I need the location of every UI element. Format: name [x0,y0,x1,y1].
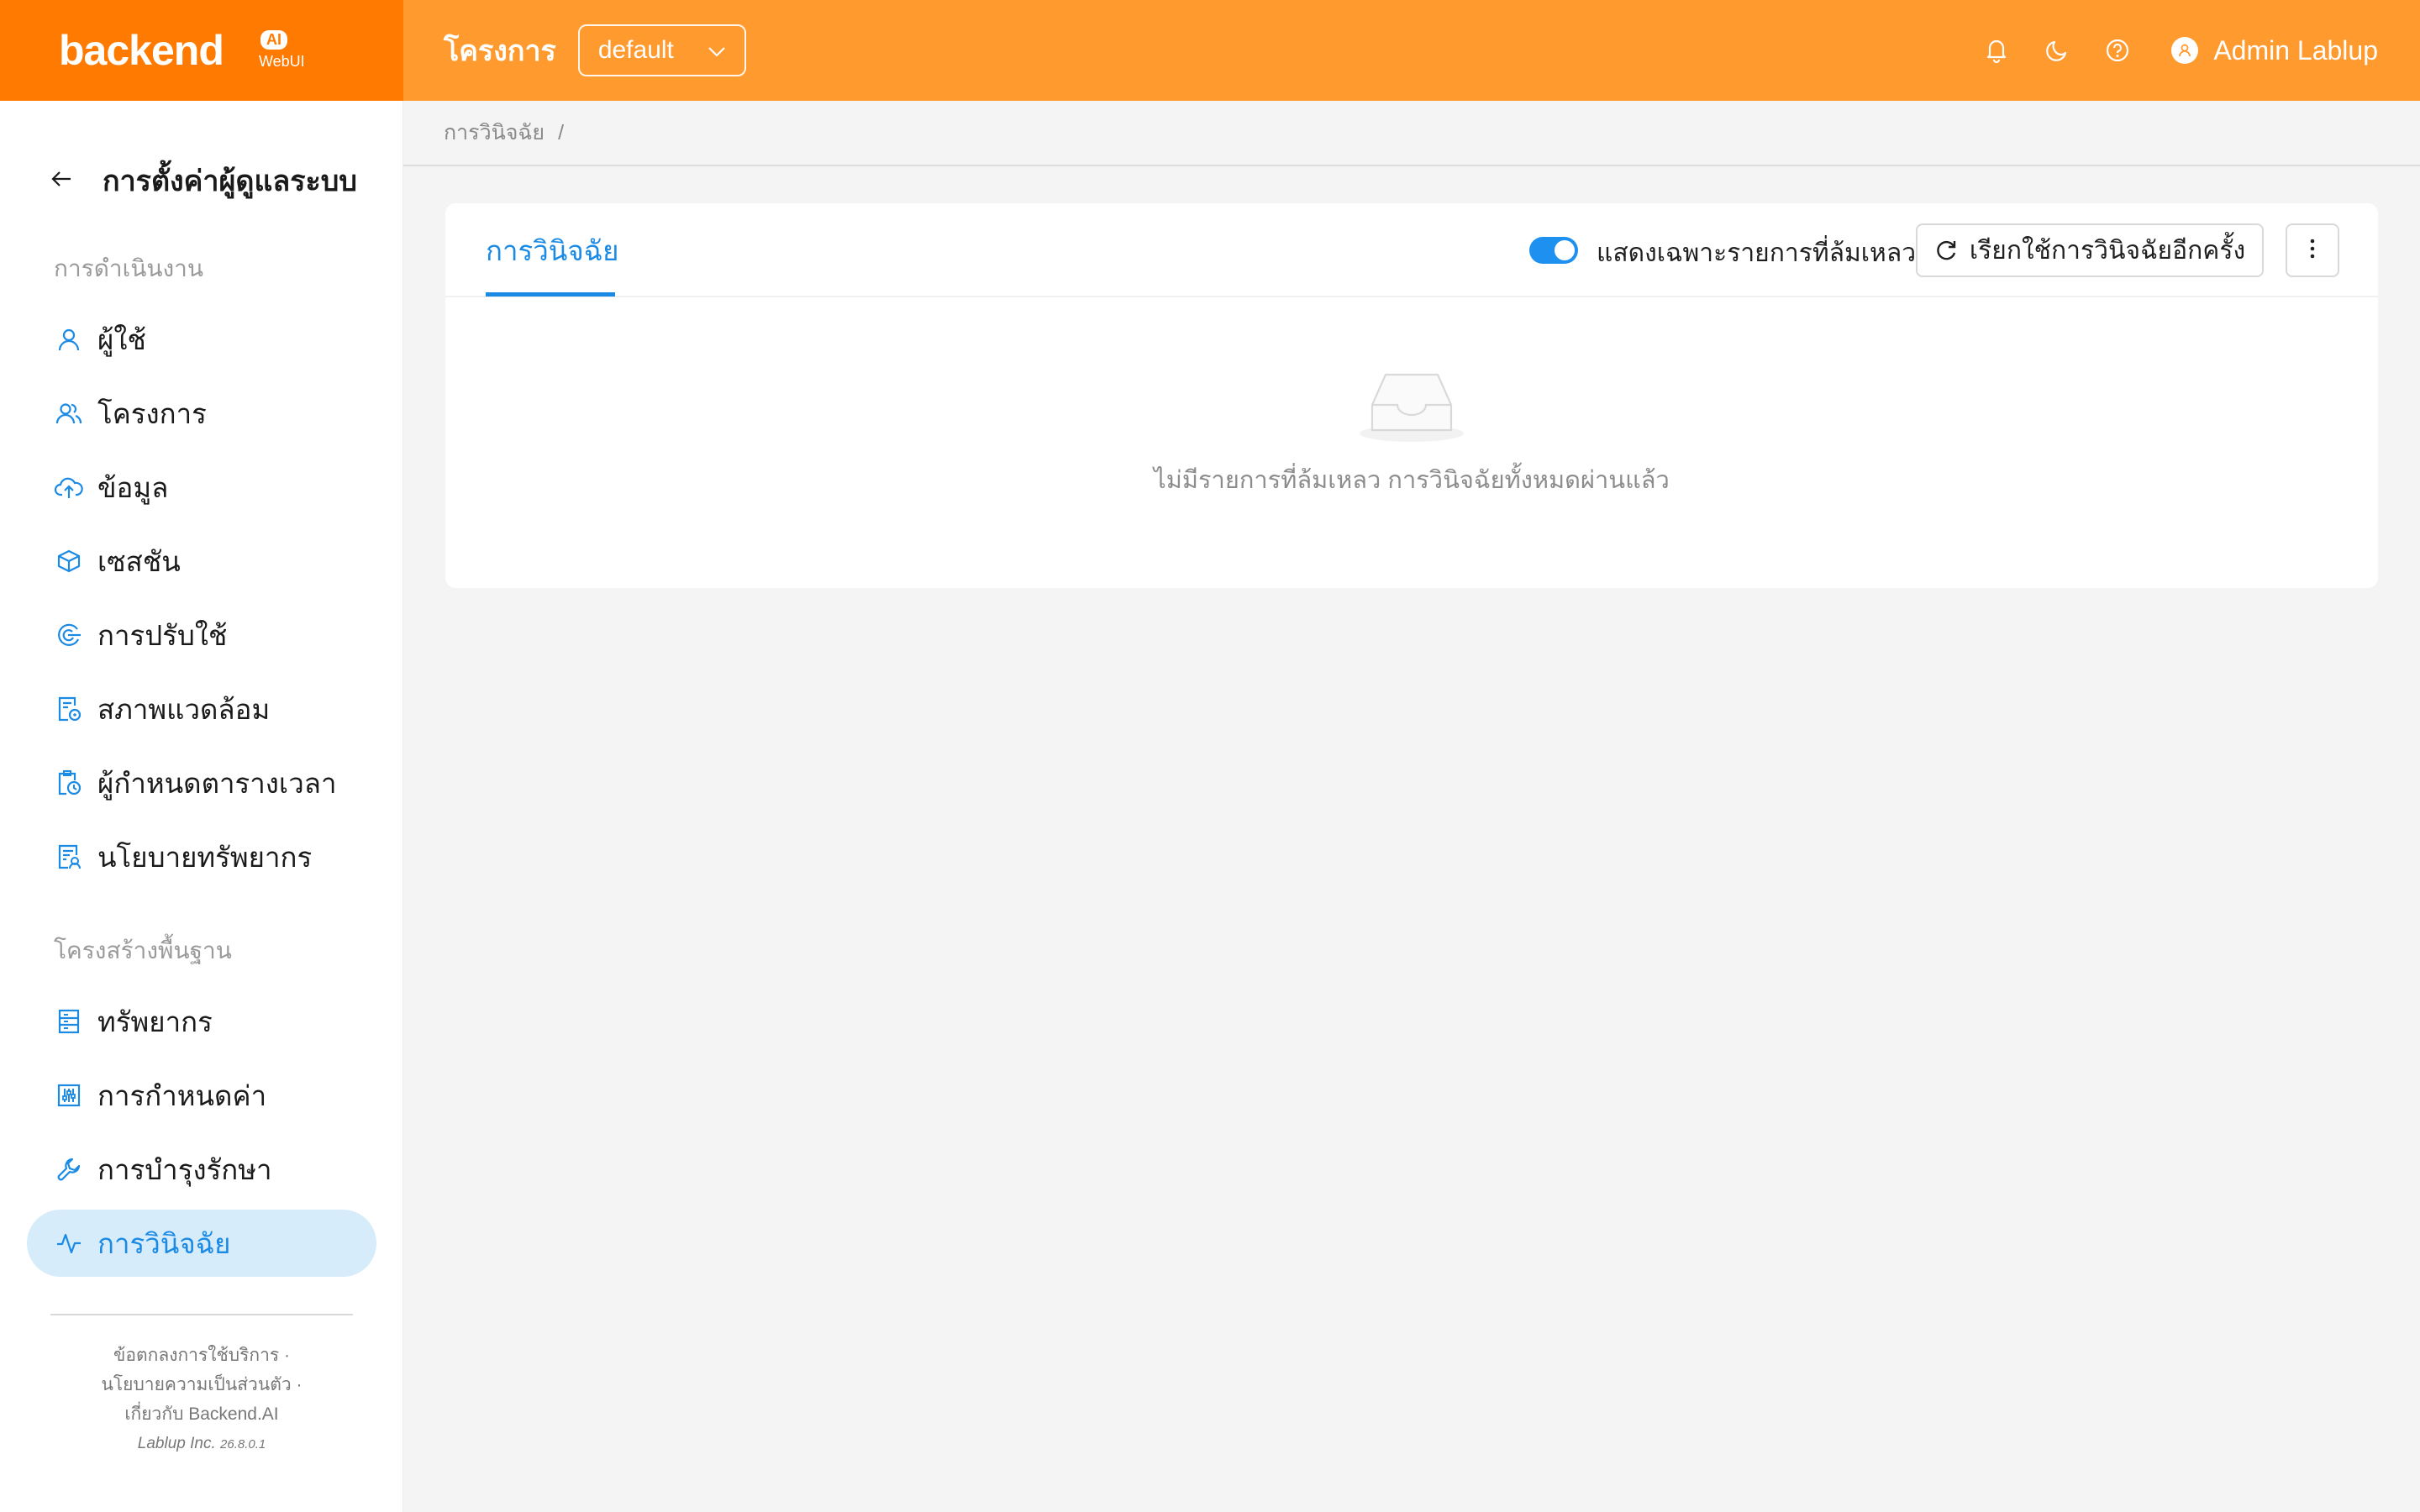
sidebar-item-scheduler[interactable]: ผู้กำหนดตารางเวลา [27,749,376,816]
sidebar-item-users[interactable]: ผู้ใช้ [27,306,376,373]
sidebar-item-deployments[interactable]: การปรับใช้ [27,601,376,669]
version-number: 26.8.0.1 [220,1437,266,1452]
file-policy-icon [54,842,84,872]
tab-diagnostics[interactable]: การวินิจฉัย [486,203,618,297]
sidebar-item-resource-policy[interactable]: นโยบายทรัพยากร [27,823,376,890]
sidebar-item-label: ทรัพยากร [97,1005,213,1037]
tab-active-indicator [486,292,615,297]
breadcrumb-separator: / [558,120,565,144]
sidebar-item-label: โครงการ [97,397,207,429]
logo-text: backend [59,27,224,74]
sidebar-item-label: นโยบายทรัพยากร [97,841,313,873]
sidebar-item-sessions[interactable]: เซสชัน [27,528,376,595]
sidebar-item-environments[interactable]: สภาพแวดล้อม [27,675,376,743]
breadcrumb-item[interactable]: การวินิจฉัย [444,116,544,150]
user-icon [54,324,84,354]
sidebar-item-label: ผู้ใช้ [97,323,146,355]
sidebar-item-maintenance[interactable]: การบำรุงรักษา [27,1136,376,1203]
sidebar-header: การตั้งค่าผู้ดูแลระบบ [50,158,357,203]
failed-only-toggle[interactable] [1529,237,1578,264]
wrench-icon [54,1154,84,1184]
sidebar-item-label: การกำหนดค่า [97,1079,267,1111]
sidebar-item-label: การปรับใช้ [97,619,228,651]
deploy-icon [54,620,84,650]
top-header: backend AI WebUI โครงการ default Admin L… [0,0,2420,101]
sidebar-item-label: สภาพแวดล้อม [97,693,271,725]
empty-state-text: ไม่มีรายการที่ล้มเหลว การวินิจฉัยทั้งหมด… [1154,467,1670,494]
terms-link[interactable]: ข้อตกลงการใช้บริการ · [0,1341,403,1370]
back-arrow-icon[interactable] [50,170,72,192]
sidebar-divider [50,1314,353,1315]
project-select[interactable]: default [577,24,746,76]
sidebar-item-configurations[interactable]: การกำหนดค่า [27,1062,376,1129]
rerun-label: เรียกใช้การวินิจฉัยอีกครั้ง [1969,236,2246,265]
team-icon [54,398,84,428]
bell-icon[interactable] [1966,25,2027,76]
project-select-value: default [597,36,674,64]
more-vertical-icon [2309,238,2316,264]
header-actions: Admin Lablup [1966,25,2420,76]
server-icon [54,1006,84,1037]
section-operations: การดำเนินงาน [54,255,204,281]
sidebar-footer: ข้อตกลงการใช้บริการ · นโยบายความเป็นส่วน… [0,1341,403,1459]
breadcrumb: การวินิจฉัย / [403,101,2420,166]
logo-ai-badge: AI [260,30,287,50]
sidebar-item-label: เซสชัน [97,545,181,577]
file-settings-icon [54,694,84,724]
user-name: Admin Lablup [2213,34,2378,66]
user-menu[interactable]: Admin Lablup [2171,35,2378,66]
more-options-button[interactable] [2286,223,2339,277]
section-infrastructure: โครงสร้างพื้นฐาน [54,937,232,963]
sidebar-title: การตั้งค่าผู้ดูแลระบบ [103,165,357,197]
version-info: Lablup Inc. 26.8.0.1 [0,1429,403,1459]
help-icon[interactable] [2087,25,2148,76]
diagnostics-card: การวินิจฉัย แสดงเฉพาะรายการที่ล้มเหลว เร… [445,203,2378,588]
logo-webui: WebUI [259,53,305,70]
cloud-upload-icon [54,472,84,502]
clipboard-clock-icon [54,768,84,798]
sidebar-item-projects[interactable]: โครงการ [27,380,376,447]
rerun-diagnostics-button[interactable]: เรียกใช้การวินิจฉัยอีกครั้ง [1916,223,2264,277]
sidebar-item-data[interactable]: ข้อมูล [27,454,376,521]
company-name: Lablup Inc. [137,1435,216,1452]
sidebar-item-resources[interactable]: ทรัพยากร [27,988,376,1055]
sidebar-item-label: การวินิจฉัย [97,1227,231,1259]
card-header: การวินิจฉัย แสดงเฉพาะรายการที่ล้มเหลว เร… [445,203,2378,297]
reload-icon [1934,239,1958,262]
user-icon [2171,37,2199,64]
moon-icon[interactable] [2027,25,2087,76]
sidebar-item-label: ข้อมูล [97,471,169,503]
sliders-icon [54,1080,84,1110]
empty-inbox-icon [1357,368,1466,448]
pulse-icon [54,1228,84,1258]
chevron-down-icon [708,36,726,65]
toggle-knob [1555,240,1575,260]
tab-label: การวินิจฉัย [486,234,619,266]
toggle-label: แสดงเฉพาะรายการที่ล้มเหลว [1597,239,1917,267]
sidebar-item-label: การบำรุงรักษา [97,1153,272,1185]
cube-icon [54,546,84,576]
sidebar-item-diagnostics[interactable]: การวินิจฉัย [27,1210,376,1277]
logo[interactable]: backend AI WebUI [0,0,403,101]
sidebar: การตั้งค่าผู้ดูแลระบบ การดำเนินงาน ผู้ใช… [0,101,403,1512]
project-label: โครงการ [444,35,556,67]
privacy-link[interactable]: นโยบายความเป็นส่วนตัว · [0,1370,403,1399]
sidebar-item-label: ผู้กำหนดตารางเวลา [97,767,337,799]
about-link[interactable]: เกี่ยวกับ Backend.AI [0,1399,403,1429]
